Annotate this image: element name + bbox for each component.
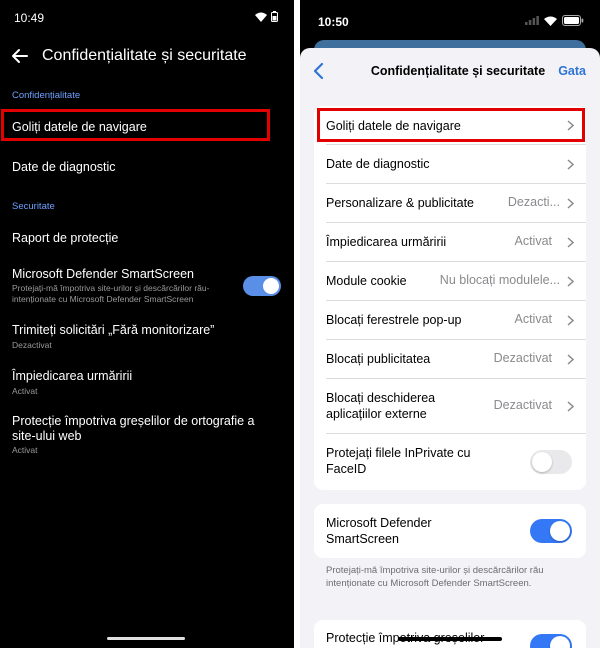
cookies-row[interactable]: Module cookie Nu blocați modulele... bbox=[314, 262, 586, 301]
row-value: Activat bbox=[514, 312, 552, 326]
wifi-icon bbox=[255, 12, 267, 22]
highlight-box bbox=[1, 109, 270, 141]
personalization-row[interactable]: Personalizare & publicitate Dezacti... bbox=[314, 184, 586, 223]
done-button[interactable]: Gata bbox=[558, 64, 586, 78]
chevron-right-icon bbox=[567, 159, 574, 170]
row-value: Nu blocați modulele... bbox=[439, 273, 560, 287]
chevron-right-icon bbox=[567, 276, 574, 287]
home-indicator[interactable] bbox=[398, 637, 502, 641]
toggle-knob bbox=[550, 521, 570, 541]
chevron-right-icon bbox=[567, 198, 574, 209]
chevron-right-icon bbox=[567, 354, 574, 365]
inprivate-faceid-toggle[interactable] bbox=[530, 450, 572, 474]
section-header-security: Securitate bbox=[12, 201, 55, 212]
chevron-right-icon bbox=[567, 401, 574, 412]
row-label: Împiedicarea urmăririi bbox=[326, 235, 447, 249]
toggle-knob bbox=[550, 636, 570, 648]
item-title: Împiedicarea urmăririi bbox=[12, 369, 133, 383]
chevron-right-icon bbox=[567, 315, 574, 326]
gesture-nav-bar[interactable] bbox=[107, 637, 185, 640]
android-status-bar: 10:49 bbox=[0, 0, 294, 36]
item-subtitle: Dezactivat bbox=[12, 340, 52, 350]
signal-icon bbox=[525, 16, 539, 25]
row-label: Blocați deschiderea aplicațiilor externe bbox=[326, 391, 436, 421]
block-popups-row[interactable]: Blocați ferestrele pop-up Activat bbox=[314, 301, 586, 340]
block-external-apps-row[interactable]: Blocați deschiderea aplicațiilor externe… bbox=[314, 379, 586, 434]
settings-group: Goliți datele de navigare Date de diagno… bbox=[314, 106, 586, 490]
item-subtitle: Activat bbox=[12, 445, 38, 455]
android-screen: 10:49 Confidențialitate și securitate Co… bbox=[0, 0, 294, 648]
row-label: Blocați publicitatea bbox=[326, 352, 431, 366]
tracking-prevention-item[interactable]: Împiedicarea urmăririi Activat bbox=[0, 362, 294, 400]
typo-protection-group: Protecție împotriva greșelilor bbox=[314, 620, 586, 648]
battery-icon bbox=[562, 15, 584, 26]
row-label: Personalizare & publicitate bbox=[326, 196, 474, 210]
chevron-right-icon bbox=[567, 237, 574, 248]
typo-protection-item[interactable]: Protecție împotriva greșelilor de ortogr… bbox=[0, 408, 294, 458]
highlight-box bbox=[317, 108, 585, 142]
row-value: Dezactivat bbox=[493, 351, 552, 365]
inprivate-faceid-row[interactable]: Protejați filele InPrivate cu FaceID bbox=[314, 434, 586, 490]
item-subtitle: Protejați-mă împotriva site-urilor și de… bbox=[12, 283, 210, 304]
status-time: 10:50 bbox=[318, 15, 349, 29]
ios-nav-bar: Confidențialitate și securitate Gata bbox=[300, 48, 600, 94]
android-app-bar: Confidențialitate și securitate bbox=[0, 36, 294, 78]
row-label: Module cookie bbox=[326, 274, 407, 288]
page-title: Confidențialitate și securitate bbox=[42, 47, 247, 64]
row-value: Dezacti... bbox=[507, 195, 560, 209]
item-subtitle: Activat bbox=[12, 386, 38, 396]
typo-protection-row[interactable]: Protecție împotriva greșelilor bbox=[314, 620, 586, 648]
typo-protection-toggle[interactable] bbox=[530, 634, 572, 648]
ios-screen: 10:50 Confidențialitate și securitate Ga… bbox=[300, 0, 600, 648]
battery-icon bbox=[271, 11, 278, 22]
block-ads-row[interactable]: Blocați publicitatea Dezactivat bbox=[314, 340, 586, 379]
do-not-track-item[interactable]: Trimiteți solicitări „Fără monitorizare”… bbox=[0, 316, 294, 354]
status-time: 10:49 bbox=[14, 11, 45, 25]
diagnostic-data-row[interactable]: Date de diagnostic bbox=[314, 145, 586, 184]
section-header-privacy: Confidențialitate bbox=[12, 90, 81, 101]
row-label: Date de diagnostic bbox=[326, 157, 430, 171]
page-title: Confidențialitate și securitate bbox=[370, 64, 546, 78]
toggle-knob bbox=[263, 278, 279, 294]
wifi-icon bbox=[544, 16, 557, 26]
smartscreen-toggle[interactable] bbox=[243, 276, 281, 296]
protection-report-item[interactable]: Raport de protecție bbox=[0, 222, 294, 256]
back-arrow-icon[interactable] bbox=[10, 46, 30, 66]
ios-status-bar: 10:50 bbox=[300, 0, 600, 36]
item-title: Trimiteți solicitări „Fără monitorizare” bbox=[12, 323, 215, 337]
status-icons bbox=[525, 15, 584, 26]
item-title: Microsoft Defender SmartScreen bbox=[12, 267, 195, 281]
row-value: Activat bbox=[514, 234, 552, 248]
status-icons bbox=[255, 11, 278, 22]
tracking-prevention-row[interactable]: Împiedicarea urmăririi Activat bbox=[314, 223, 586, 262]
smartscreen-row[interactable]: Microsoft Defender SmartScreen bbox=[314, 504, 586, 558]
row-label: Microsoft Defender SmartScreen bbox=[326, 516, 432, 546]
smartscreen-group: Microsoft Defender SmartScreen bbox=[314, 504, 586, 558]
item-title: Raport de protecție bbox=[12, 231, 119, 245]
item-title: Protecție împotriva greșelilor de ortogr… bbox=[12, 414, 255, 443]
smartscreen-footnote: Protejați-mă împotriva site-urilor și de… bbox=[326, 565, 544, 589]
diagnostic-data-item[interactable]: Date de diagnostic bbox=[0, 150, 294, 184]
item-title: Date de diagnostic bbox=[12, 160, 116, 174]
row-value: Dezactivat bbox=[493, 398, 552, 412]
row-label: Blocați ferestrele pop-up bbox=[326, 313, 462, 327]
row-label: Protejați filele InPrivate cu FaceID bbox=[326, 446, 471, 476]
toggle-knob bbox=[532, 452, 552, 472]
smartscreen-toggle[interactable] bbox=[530, 519, 572, 543]
